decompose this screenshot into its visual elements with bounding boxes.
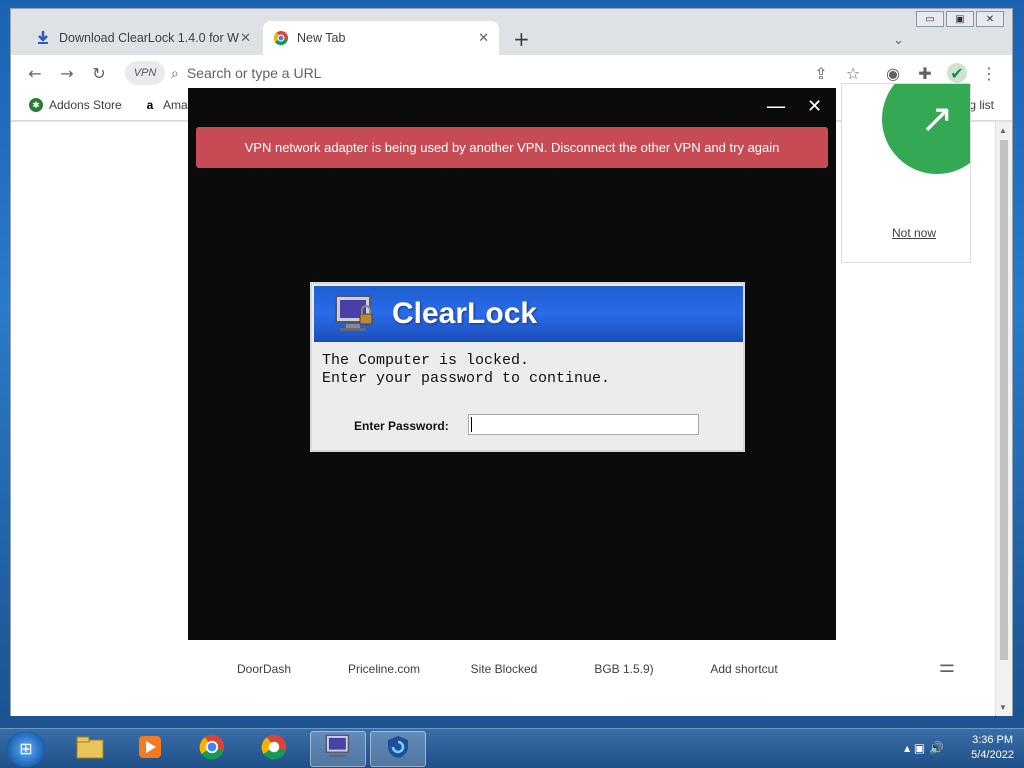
lock-line-2: Enter your password to continue. <box>322 370 611 387</box>
vpn-shield-icon <box>385 734 411 765</box>
shield-check-icon[interactable]: ✔ <box>947 63 967 83</box>
taskbar: ⊞ ▴ ▣ 🔊 3:36 PM 5/4/2022 <box>0 728 1024 768</box>
taskbar-explorer[interactable] <box>62 731 118 767</box>
bookmark-amazon[interactable]: a Ama <box>143 98 188 112</box>
puzzle-icon[interactable]: ✚ <box>915 63 935 83</box>
password-field[interactable] <box>468 414 699 435</box>
tab-strip: Download ClearLock 1.4.0 for W ✕ New Tab… <box>11 21 1012 57</box>
clock-time: 3:36 PM <box>972 734 1014 746</box>
scroll-down-icon[interactable]: ▼ <box>999 703 1007 712</box>
monitor-icon <box>323 734 353 765</box>
customize-sliders-icon[interactable]: ⚌ <box>939 656 955 677</box>
arrow-up-right-icon: ↗ <box>882 84 970 174</box>
clock[interactable]: 3:36 PM 5/4/2022 <box>971 733 1014 763</box>
bookmark-label: Addons Store <box>49 98 122 112</box>
tab-download-clearlock[interactable]: Download ClearLock 1.4.0 for W ✕ <box>25 21 261 55</box>
clearlock-header: ClearLock <box>314 286 743 342</box>
star-icon[interactable]: ☆ <box>843 63 863 83</box>
chrome-icon <box>198 733 226 766</box>
chrome-icon <box>273 30 289 46</box>
shortcut-add[interactable]: Add shortcut <box>694 662 794 676</box>
forward-arrow-icon[interactable]: → <box>57 63 77 83</box>
shortcut-site-blocked[interactable]: Site Blocked <box>454 662 554 676</box>
chrome-lock-icon <box>260 733 288 766</box>
taskbar-vpn[interactable] <box>370 731 426 767</box>
error-message: VPN network adapter is being used by ano… <box>244 140 780 155</box>
omnibox-placeholder: Search or type a URL <box>186 65 322 81</box>
vpn-error-banner: VPN network adapter is being used by ano… <box>196 127 828 168</box>
taskbar-clearlock[interactable] <box>310 731 366 767</box>
monitor-lock-icon <box>332 294 376 334</box>
shortcuts-row: DoorDash Priceline.com Site Blocked BGB … <box>11 656 995 692</box>
chevron-down-icon[interactable]: ⌄ <box>893 33 904 48</box>
shortcut-priceline[interactable]: Priceline.com <box>334 662 434 676</box>
taskbar-media-player[interactable] <box>122 731 178 767</box>
close-tab-icon[interactable]: ✕ <box>478 31 489 46</box>
vpn-extension-badge[interactable]: VPN <box>125 61 165 85</box>
shortcut-bgb[interactable]: BGB 1.5.9) <box>574 662 674 676</box>
tab-title: New Tab <box>297 31 346 45</box>
close-icon[interactable]: ✕ <box>807 96 822 117</box>
extension-popup: ↗ Not now <box>841 83 971 263</box>
folder-icon <box>75 734 105 765</box>
lock-line-1: The Computer is locked. <box>322 352 530 369</box>
minimize-icon[interactable]: — <box>766 94 786 118</box>
scroll-up-icon[interactable]: ▲ <box>999 126 1007 135</box>
page-scrollbar[interactable]: ▲ ▼ <box>996 122 1012 716</box>
text-caret <box>471 417 472 432</box>
bookmark-label: Ama <box>163 98 188 112</box>
clock-date: 5/4/2022 <box>971 749 1014 761</box>
tab-new-tab[interactable]: New Tab ✕ <box>263 21 499 55</box>
close-tab-icon[interactable]: ✕ <box>240 31 251 46</box>
system-tray-icons[interactable]: ▴ ▣ 🔊 <box>904 741 944 755</box>
download-icon <box>35 30 51 46</box>
extension-icon[interactable]: ◉ <box>883 63 903 83</box>
not-now-link[interactable]: Not now <box>892 226 936 240</box>
amazon-icon: a <box>143 98 157 112</box>
new-tab-button[interactable]: + <box>513 27 530 51</box>
clearlock-dialog: ClearLock The Computer is locked. Enter … <box>310 282 745 452</box>
media-player-icon <box>137 734 163 765</box>
reload-icon[interactable]: ↻ <box>89 63 109 83</box>
shortcut-doordash[interactable]: DoorDash <box>214 662 314 676</box>
start-button[interactable]: ⊞ <box>6 731 46 767</box>
back-arrow-icon[interactable]: ← <box>25 63 45 83</box>
taskbar-chrome[interactable] <box>184 731 240 767</box>
clearlock-title: ClearLock <box>392 297 538 330</box>
share-icon[interactable]: ⇪ <box>811 63 831 83</box>
omnibox[interactable]: ⌕ Search or type a URL <box>171 59 811 87</box>
password-label: Enter Password: <box>354 419 449 433</box>
lock-message: The Computer is locked. Enter your passw… <box>322 352 610 388</box>
reading-list-link[interactable]: g list <box>969 98 994 112</box>
taskbar-chrome-alt[interactable] <box>246 731 302 767</box>
search-icon: ⌕ <box>171 64 179 81</box>
addons-icon: ✱ <box>29 98 43 112</box>
scrollbar-thumb[interactable] <box>1000 140 1008 660</box>
bookmark-addons-store[interactable]: ✱ Addons Store <box>29 98 122 112</box>
tab-title: Download ClearLock 1.4.0 for W <box>59 31 239 45</box>
menu-dots-icon[interactable]: ⋮ <box>979 63 999 83</box>
